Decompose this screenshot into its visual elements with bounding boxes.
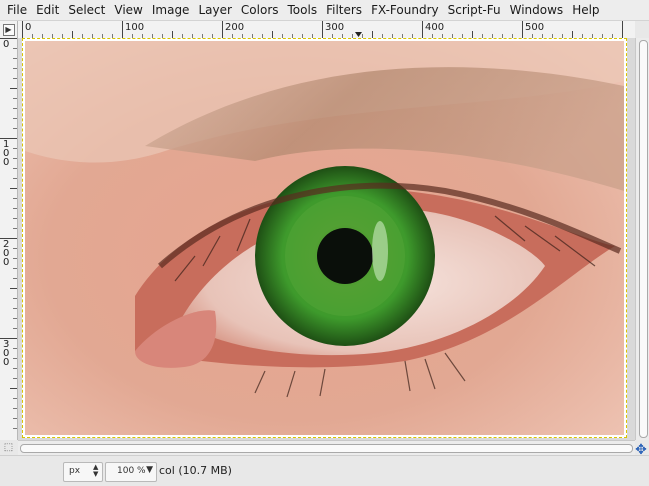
menu-file[interactable]: File [0,0,27,20]
ruler-label: 300 [325,22,345,33]
ruler-label: 400 [425,22,445,33]
chevron-down-icon: ▼ [146,465,153,475]
ruler-label: 0 [25,22,32,33]
scrollbar-thumb[interactable] [639,40,648,438]
horizontal-scrollbar[interactable] [18,440,635,455]
spin-arrows-icon: ▲▼ [93,463,99,478]
unit-select[interactable]: px ▲▼ [63,462,103,482]
menu-edit[interactable]: Edit [27,0,59,20]
menu-tools[interactable]: Tools [279,0,318,20]
vertical-scrollbar[interactable] [635,38,649,440]
ruler-label: 200 [225,22,245,33]
menu-filters[interactable]: Filters [317,0,362,20]
ruler-label: 300 [3,339,10,368]
vertical-ruler: 0 100 200 300 [0,38,18,440]
eye-image [25,41,624,435]
menu-layer[interactable]: Layer [189,0,231,20]
menu-colors[interactable]: Colors [232,0,279,20]
ruler-label: 100 [3,139,10,168]
ruler-label: 200 [3,239,10,268]
ruler-label: 500 [525,22,545,33]
triangle-right-icon: ▶ [2,23,15,36]
menu-image[interactable]: Image [143,0,190,20]
menu-help[interactable]: Help [563,0,599,20]
scrollbar-thumb[interactable] [20,444,633,453]
image-canvas[interactable] [18,38,635,440]
layer-boundary [22,38,627,438]
menu-windows[interactable]: Windows [501,0,564,20]
horizontal-ruler: 0 100 200 300 400 500 [18,21,635,39]
eye-photo [25,41,624,435]
zoom-value: 100 % [117,466,146,476]
menu-fx-foundry[interactable]: FX-Foundry [362,0,439,20]
zoom-select[interactable]: 100 % ▼ [105,462,157,482]
quick-mask-icon: ⬚ [3,441,14,453]
menu-script-fu[interactable]: Script-Fu [439,0,501,20]
ruler-label: 100 [125,22,145,33]
menu-view[interactable]: View [105,0,142,20]
pointer-marker [355,32,362,37]
status-message: col (10.7 MB) [159,464,232,477]
quick-mask-toggle[interactable]: ⬚ [0,440,17,454]
image-menu-button[interactable]: ▶ [0,21,18,39]
ruler-label: 0 [3,39,10,50]
menu-select[interactable]: Select [59,0,105,20]
unit-value: px [69,466,81,476]
menu-bar: File Edit Select View Image Layer Colors… [0,0,649,21]
